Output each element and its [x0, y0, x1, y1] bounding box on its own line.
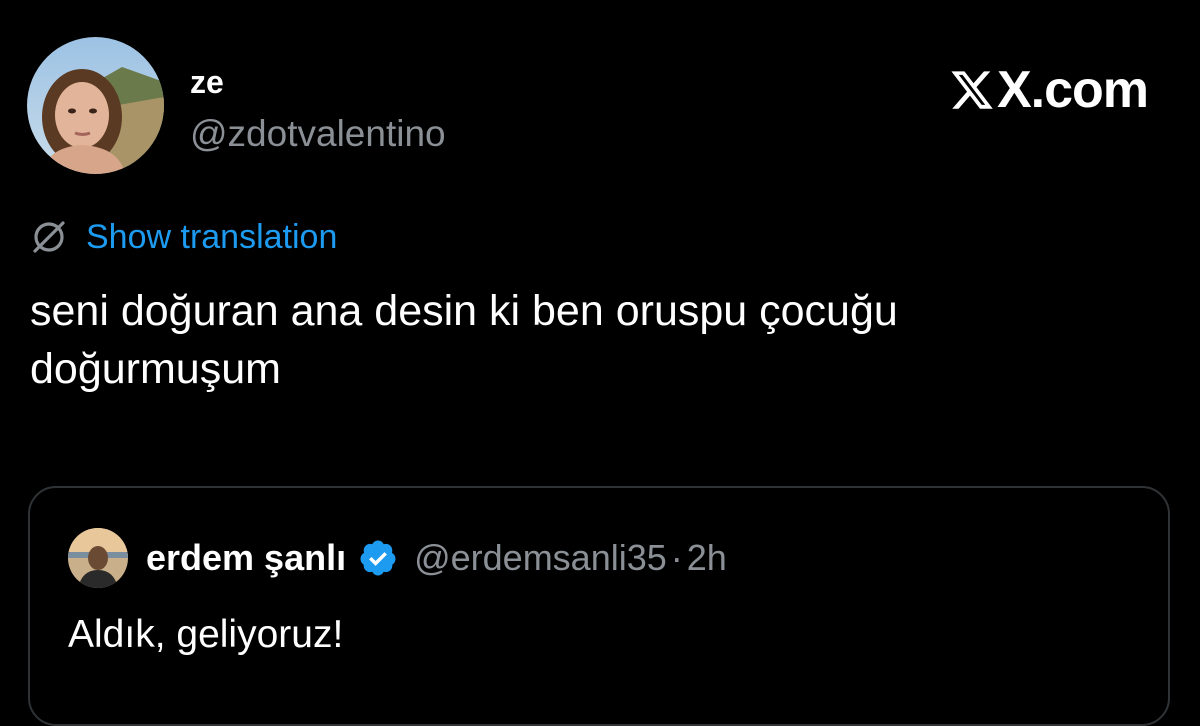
globe-slash-icon	[33, 221, 65, 253]
quoted-tweet-header: erdem şanlı @erdemsanli35 · 2h	[68, 528, 727, 588]
tweet-text: seni doğuran ana desin ki ben oruspu çoc…	[30, 282, 1150, 398]
show-translation-button[interactable]: Show translation	[30, 215, 337, 259]
meta-separator: ·	[670, 537, 683, 578]
author-handle[interactable]: @zdotvalentino	[190, 112, 446, 156]
tweet-text-line-2: doğurmuşum	[30, 345, 281, 393]
show-translation-label[interactable]: Show translation	[86, 215, 337, 259]
quoted-tweet-timestamp[interactable]: 2h	[687, 537, 727, 579]
tweet-screenshot: ze @zdotvalentino X.com Show translation…	[0, 0, 1200, 726]
tweet-text-line-1: seni doğuran ana desin ki ben oruspu çoc…	[30, 287, 898, 335]
quoted-author-handle[interactable]: @erdemsanli35	[414, 537, 667, 579]
quoted-author-name[interactable]: erdem şanlı	[146, 537, 346, 579]
quoted-tweet-text: Aldık, geliyoruz!	[68, 613, 344, 656]
author-avatar[interactable]	[27, 37, 164, 174]
brand-label: X.com	[996, 61, 1149, 119]
x-brand-watermark: X.com	[949, 60, 1149, 120]
quoted-tweet-card[interactable]: erdem şanlı @erdemsanli35 · 2h Aldık, ge…	[28, 486, 1170, 726]
avatar-photo-icon	[27, 37, 164, 174]
x-logo-icon	[951, 71, 993, 109]
quoted-author-avatar[interactable]	[68, 528, 128, 588]
avatar-photo-icon	[68, 528, 128, 588]
verified-badge-icon	[360, 540, 396, 576]
author-name[interactable]: ze	[190, 62, 224, 102]
